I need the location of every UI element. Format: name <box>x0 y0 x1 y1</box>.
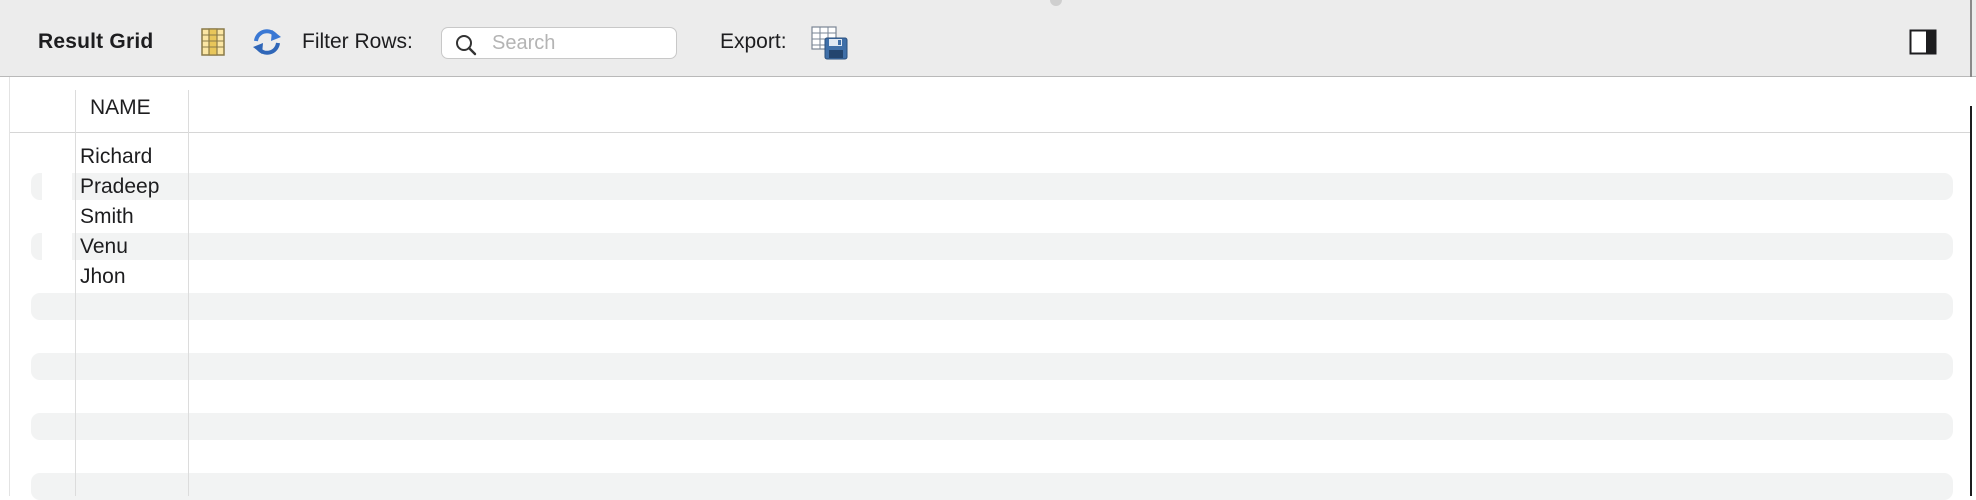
row-gutter <box>42 233 72 260</box>
refresh-icon[interactable] <box>251 28 283 56</box>
result-grid-title: Result Grid <box>38 30 154 53</box>
grid-columns-icon[interactable] <box>201 28 225 56</box>
panel-toggle-icon[interactable] <box>1909 29 1937 55</box>
table-row-stripe <box>31 413 1953 440</box>
export-label: Export: <box>720 30 787 53</box>
filter-search-input[interactable] <box>492 31 667 55</box>
table-cell-name[interactable]: Richard <box>80 145 152 169</box>
table-row-stripe <box>31 233 1953 260</box>
table-row-stripe <box>31 293 1953 320</box>
row-gutter-divider <box>75 90 76 496</box>
panel-drag-handle[interactable] <box>1050 0 1062 6</box>
window-edge <box>1970 0 1972 77</box>
filter-search-box[interactable] <box>441 27 677 59</box>
window-edge <box>1970 106 1972 496</box>
table-cell-name[interactable]: Jhon <box>80 265 126 289</box>
result-grid-toolbar: Result Grid Filter Rows: Export: <box>0 0 1976 77</box>
table-cell-name[interactable]: Venu <box>80 235 128 259</box>
column-header-row: NAME <box>10 78 1970 133</box>
table-cell-name[interactable]: Smith <box>80 205 134 229</box>
row-gutter <box>42 173 72 200</box>
column-header-name[interactable]: NAME <box>90 96 151 120</box>
column-divider-name[interactable] <box>188 90 189 496</box>
table-row-stripe <box>31 173 1953 200</box>
table-row-stripe <box>31 353 1953 380</box>
result-grid: NAME Richard Pradeep Smith Venu Jhon <box>0 78 1976 500</box>
export-save-icon[interactable] <box>811 26 849 60</box>
search-icon <box>456 35 477 56</box>
filter-rows-label: Filter Rows: <box>302 30 413 53</box>
table-cell-name[interactable]: Pradeep <box>80 175 159 199</box>
